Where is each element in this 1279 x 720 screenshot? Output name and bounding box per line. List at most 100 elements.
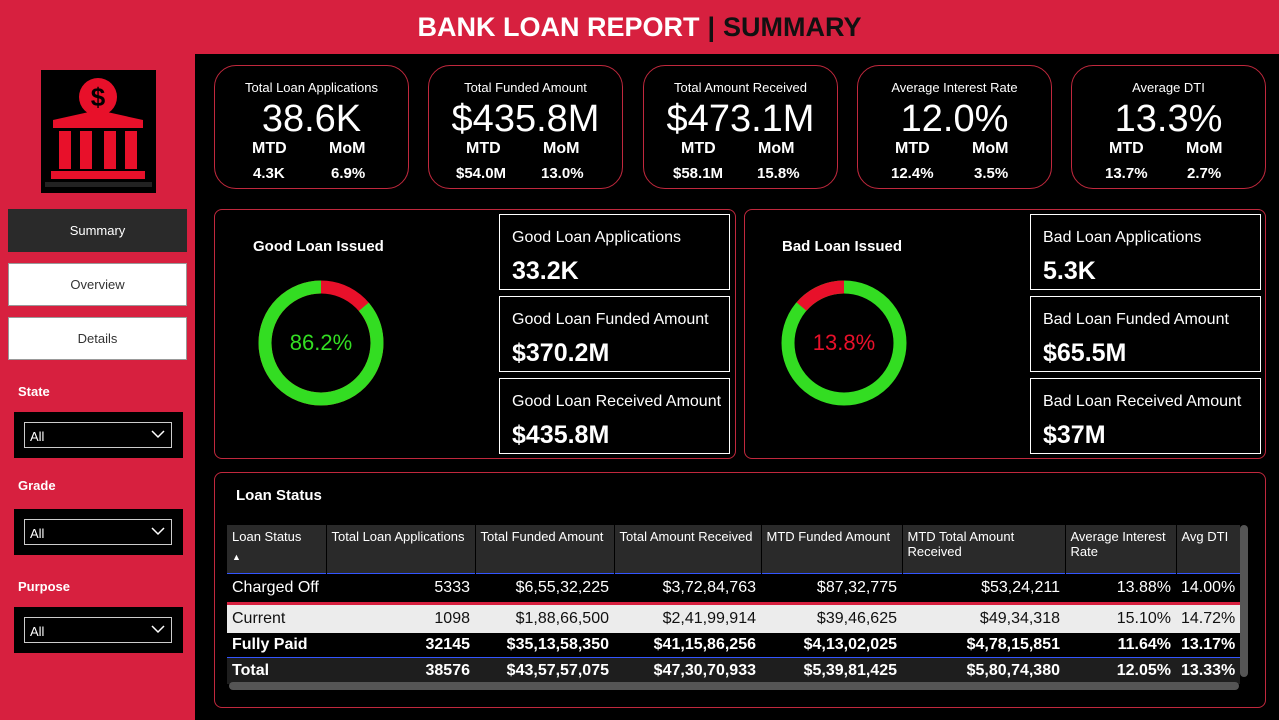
kpi-mtd-label: MTD: [681, 140, 716, 157]
kpi-mom-value: 2.7%: [1187, 165, 1222, 182]
table-cell: 5333: [326, 572, 475, 603]
report-title: BANK LOAN REPORT: [417, 11, 700, 42]
table-cell: $87,32,775: [761, 572, 902, 603]
kpi-mtd-value: $54.0M: [456, 165, 507, 182]
good-loan-title: Good Loan Issued: [253, 238, 384, 255]
table-cell: 11.64%: [1117, 636, 1171, 653]
table-cell: 32145: [425, 636, 471, 653]
table-cell: $4,78,15,851: [966, 636, 1060, 653]
grade-filter-label: Grade: [18, 478, 56, 493]
card-title: Good Loan Funded Amount: [512, 311, 709, 328]
good-loan-applications-card: Good Loan Applications 33.2K: [499, 214, 730, 290]
svg-text:$: $: [91, 82, 106, 112]
table-cell: $41,15,86,256: [653, 636, 756, 653]
column-header[interactable]: MTD Funded Amount: [761, 525, 903, 573]
table-cell: $3,72,84,763: [614, 572, 761, 603]
kpi-mom-label: MoM: [1186, 140, 1223, 157]
bad-loan-title: Bad Loan Issued: [782, 238, 903, 255]
card-title: Bad Loan Funded Amount: [1043, 311, 1229, 328]
title-separator: |: [707, 11, 716, 42]
card-value: 5.3K: [1043, 257, 1096, 285]
kpi-total-loan-applications: Total Loan Applications 38.6K MTD MoM 4.…: [214, 65, 409, 189]
loan-status-table: Loan Status ▲ Total Loan Applications Tot…: [227, 525, 1241, 684]
table-row[interactable]: Current 1098 $1,88,66,500 $2,41,99,914 $…: [227, 601, 1241, 633]
kpi-mtd-value: 13.7%: [1105, 165, 1148, 182]
table-cell: $47,30,70,933: [614, 657, 761, 684]
kpi-value: 12.0%: [900, 98, 1009, 140]
table-cell: 38576: [326, 657, 475, 684]
card-value: $37M: [1043, 421, 1106, 449]
report-subtitle: SUMMARY: [723, 11, 862, 42]
table-cell: $43,57,57,075: [475, 657, 614, 684]
kpi-mom-label: MoM: [972, 140, 1009, 157]
horizontal-scrollbar[interactable]: [229, 682, 1239, 690]
sort-ascending-icon[interactable]: ▲: [232, 552, 321, 562]
nav-details-button[interactable]: Details: [8, 317, 187, 360]
kpi-mtd-value: $58.1M: [673, 165, 724, 182]
grade-dropdown-value: All: [30, 526, 45, 541]
column-header[interactable]: Avg DTI: [1176, 525, 1241, 573]
table-cell: $53,24,211: [902, 572, 1065, 603]
kpi-title: Total Funded Amount: [464, 80, 587, 95]
kpi-title: Total Loan Applications: [245, 80, 378, 95]
report-header: BANK LOAN REPORT | SUMMARY: [0, 0, 1279, 54]
kpi-mom-value: 13.0%: [541, 165, 584, 182]
kpi-value: $435.8M: [451, 98, 600, 140]
table-cell: 1098: [326, 601, 475, 633]
table-cell: $49,34,318: [902, 601, 1065, 633]
kpi-title: Average Interest Rate: [891, 80, 1018, 95]
purpose-dropdown-value: All: [30, 624, 45, 639]
kpi-value: 13.3%: [1114, 98, 1223, 140]
grade-filter: All: [14, 509, 183, 555]
table-cell: 12.05%: [1065, 657, 1176, 684]
kpi-mom-label: MoM: [758, 140, 795, 157]
bank-logo: $: [41, 70, 156, 193]
bad-loan-percentage: 13.8%: [812, 330, 876, 355]
kpi-average-interest-rate: Average Interest Rate 12.0% MTD MoM 12.4…: [857, 65, 1052, 189]
table-row[interactable]: Fully Paid 32145 $35,13,58,350 $41,15,86…: [227, 633, 1240, 658]
loan-status-title: Loan Status: [236, 487, 322, 504]
kpi-mtd-label: MTD: [466, 140, 501, 157]
chevron-down-icon: [151, 527, 165, 536]
kpi-value: 38.6K: [261, 98, 362, 140]
loan-status-panel: Loan Status Loan Status ▲ Total Loan Appl…: [214, 472, 1266, 708]
table-cell: 14.00%: [1176, 572, 1241, 603]
bad-loan-applications-card: Bad Loan Applications 5.3K: [1030, 214, 1261, 290]
column-header[interactable]: MTD Total Amount Received: [902, 525, 1066, 573]
table-cell: $35,13,58,350: [506, 636, 609, 653]
kpi-mtd-label: MTD: [895, 140, 930, 157]
kpi-mom-label: MoM: [329, 140, 366, 157]
card-title: Good Loan Applications: [512, 229, 682, 246]
chevron-down-icon: [151, 625, 165, 634]
column-header[interactable]: Total Loan Applications: [326, 525, 476, 573]
purpose-filter-label: Purpose: [18, 579, 71, 594]
card-title: Good Loan Received Amount: [512, 393, 722, 410]
purpose-dropdown[interactable]: All: [24, 617, 172, 643]
column-header[interactable]: Total Funded Amount: [475, 525, 615, 573]
column-header[interactable]: Loan Status ▲: [227, 525, 327, 573]
kpi-mtd-label: MTD: [252, 140, 287, 157]
kpi-average-dti: Average DTI 13.3% MTD MoM 13.7% 2.7%: [1071, 65, 1266, 189]
grade-dropdown[interactable]: All: [24, 519, 172, 545]
column-header[interactable]: Average Interest Rate: [1065, 525, 1177, 573]
state-filter-label: State: [18, 384, 50, 399]
bank-icon: $: [45, 78, 152, 187]
column-header[interactable]: Total Amount Received: [614, 525, 762, 573]
table-cell: $2,41,99,914: [614, 601, 761, 633]
kpi-mtd-label: MTD: [1109, 140, 1144, 157]
nav-summary-button[interactable]: Summary: [8, 209, 187, 252]
good-loan-received-card: Good Loan Received Amount $435.8M: [499, 378, 730, 454]
card-value: 33.2K: [512, 257, 579, 285]
table-cell: 14.72%: [1176, 601, 1241, 633]
table-cell: 13.88%: [1065, 572, 1176, 603]
chevron-down-icon: [151, 430, 165, 439]
vertical-scrollbar[interactable]: [1240, 525, 1248, 677]
table-row[interactable]: Charged Off 5333 $6,55,32,225 $3,72,84,7…: [227, 572, 1241, 603]
nav-overview-button[interactable]: Overview: [8, 263, 187, 306]
card-value: $65.5M: [1043, 339, 1127, 367]
table-cell: Total: [227, 657, 326, 684]
table-cell: 13.17%: [1181, 636, 1236, 653]
kpi-total-funded-amount: Total Funded Amount $435.8M MTD MoM $54.…: [428, 65, 623, 189]
state-dropdown[interactable]: All: [24, 422, 172, 448]
kpi-mom-label: MoM: [543, 140, 580, 157]
